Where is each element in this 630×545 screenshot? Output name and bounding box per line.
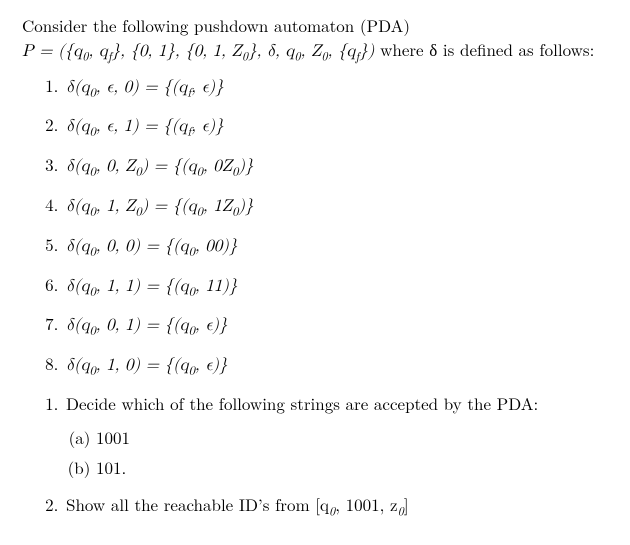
def-end: }) [359,43,374,60]
delta-rule-2-eq: δ(q0, ϵ, 1) = {(qf, ϵ)} [66,118,224,135]
delta-rule-3-eq: δ(q0, 0, Z0) = {(q0, 0Z0)} [66,158,253,175]
delta-rule-5-eq: δ(q0, 0, 0) = {(q0, 00)} [66,238,237,255]
intro-line-1: Consider the following pushdown automato… [22,13,410,37]
def-mid5: , {q [328,43,356,60]
intro-paragraph: Consider the following pushdown automato… [22,14,608,64]
delta-rule-4-eq: δ(q0, 1, Z0) = {(q0, 1Z0)} [66,198,253,215]
delta-rule-2: δ(q0, ϵ, 1) = {(qf, ϵ)} [64,113,608,139]
delta-rule-1: δ(q0, ϵ, 0) = {(qf, ϵ)} [64,74,608,100]
delta-rule-6: δ(q0, 1, 1) = {(q0, 11)} [64,273,608,299]
task-1-item-b: 101. [96,456,608,480]
def-pre: P = ({q [22,43,82,60]
delta-rule-4: δ(q0, 1, Z0) = {(q0, 1Z0)} [64,193,608,219]
task-2-pre: Show all the reachable ID’s from [q [66,492,329,516]
delta-rules-list: δ(q0, ϵ, 0) = {(qf, ϵ)} δ(q0, ϵ, 1) = {(… [22,74,608,378]
delta-rule-3: δ(q0, 0, Z0) = {(q0, 0Z0)} [64,153,608,179]
def-mid1: , q [88,43,107,60]
task-2-end: ] [404,492,409,516]
delta-rule-6-eq: δ(q0, 1, 1) = {(q0, 11)} [66,278,237,295]
delta-rule-8-eq: δ(q0, 1, 0) = {(q0, ϵ)} [66,357,227,374]
tasks-list: Decide which of the following strings ar… [22,392,608,517]
task-1-sublist: 1001 101. [66,426,608,480]
intro-where: where δ is defined as follows: [380,37,594,61]
task-2: Show all the reachable ID’s from [q0, 10… [64,493,608,517]
def-mid3: }, δ, q [248,43,294,60]
def-mid4: , Z [301,43,322,60]
task-2-mid: , 1001, z [335,492,397,516]
pda-definition: P = ({q0, qf}, {0, 1}, {0, 1, Z0}, δ, q0… [22,37,380,61]
delta-rule-7-eq: δ(q0, 0, 1) = {(q0, ϵ)} [66,317,227,334]
task-1-item-a: 1001 [96,426,608,450]
def-mid2: }, {0, 1}, {0, 1, Z [112,43,242,60]
task-1-text: Decide which of the following strings ar… [66,391,538,415]
delta-rule-7: δ(q0, 0, 1) = {(q0, ϵ)} [64,312,608,338]
delta-rule-5: δ(q0, 0, 0) = {(q0, 00)} [64,233,608,259]
delta-rule-1-eq: δ(q0, ϵ, 0) = {(qf, ϵ)} [66,79,224,96]
delta-rule-8: δ(q0, 1, 0) = {(q0, ϵ)} [64,352,608,378]
task-1: Decide which of the following strings ar… [64,392,608,479]
